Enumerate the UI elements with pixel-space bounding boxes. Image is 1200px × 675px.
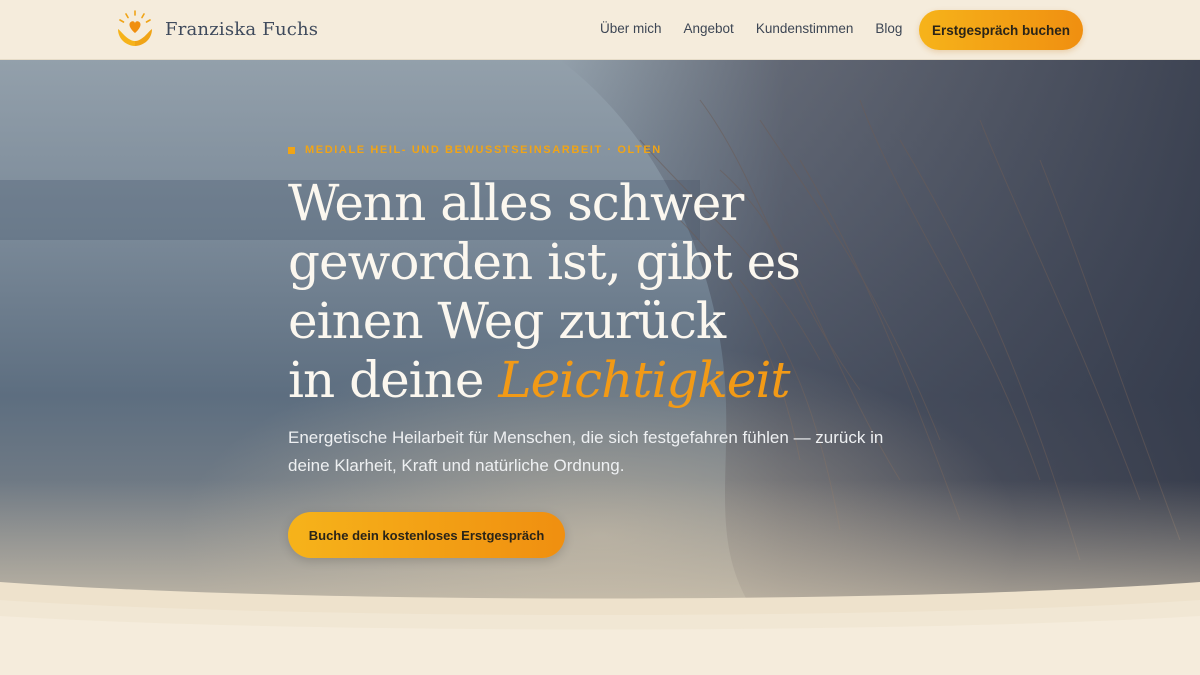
headline-line-4-prefix: in deine	[288, 351, 499, 409]
hero-subtitle: Energetische Heilarbeit für Menschen, di…	[288, 428, 884, 475]
book-consultation-button[interactable]: Erstgespräch buchen	[919, 10, 1083, 50]
nav-link-angebot[interactable]: Angebot	[684, 21, 734, 36]
site-header: Franziska Fuchs Über mich Angebot Kunden…	[0, 0, 1200, 60]
headline-line-2: geworden ist, gibt es	[288, 233, 801, 291]
headline-line-4: in deine Leichtigkeit	[288, 351, 928, 410]
nav-link-ueber-mich[interactable]: Über mich	[600, 21, 662, 36]
heart-in-hands-icon	[118, 10, 152, 46]
main-nav: Über mich Angebot Kundenstimmen Blog	[600, 21, 902, 36]
nav-link-kundenstimmen[interactable]: Kundenstimmen	[756, 21, 854, 36]
headline-accent-word: Leichtigkeit	[498, 351, 790, 409]
free-consultation-button[interactable]: Buche dein kostenloses Erstgespräch	[288, 512, 565, 558]
hero-headline: Wenn alles schwer geworden ist, gibt es …	[288, 174, 928, 410]
headline-line-3: einen Weg zurück	[288, 292, 726, 350]
brand-name: Franziska Fuchs	[165, 18, 319, 40]
wave-divider	[0, 582, 1200, 675]
hero-eyebrow: MEDIALE HEIL- UND BEWUSSTSEINSARBEIT · O…	[288, 144, 662, 156]
eyebrow-text: MEDIALE HEIL- UND BEWUSSTSEINSARBEIT · O…	[305, 144, 662, 156]
headline-line-1: Wenn alles schwer	[288, 174, 744, 232]
hero-section: MEDIALE HEIL- UND BEWUSSTSEINSARBEIT · O…	[0, 60, 1200, 620]
nav-link-blog[interactable]: Blog	[875, 21, 902, 36]
brand[interactable]: Franziska Fuchs	[115, 9, 318, 49]
eyebrow-marker-icon	[288, 146, 295, 154]
